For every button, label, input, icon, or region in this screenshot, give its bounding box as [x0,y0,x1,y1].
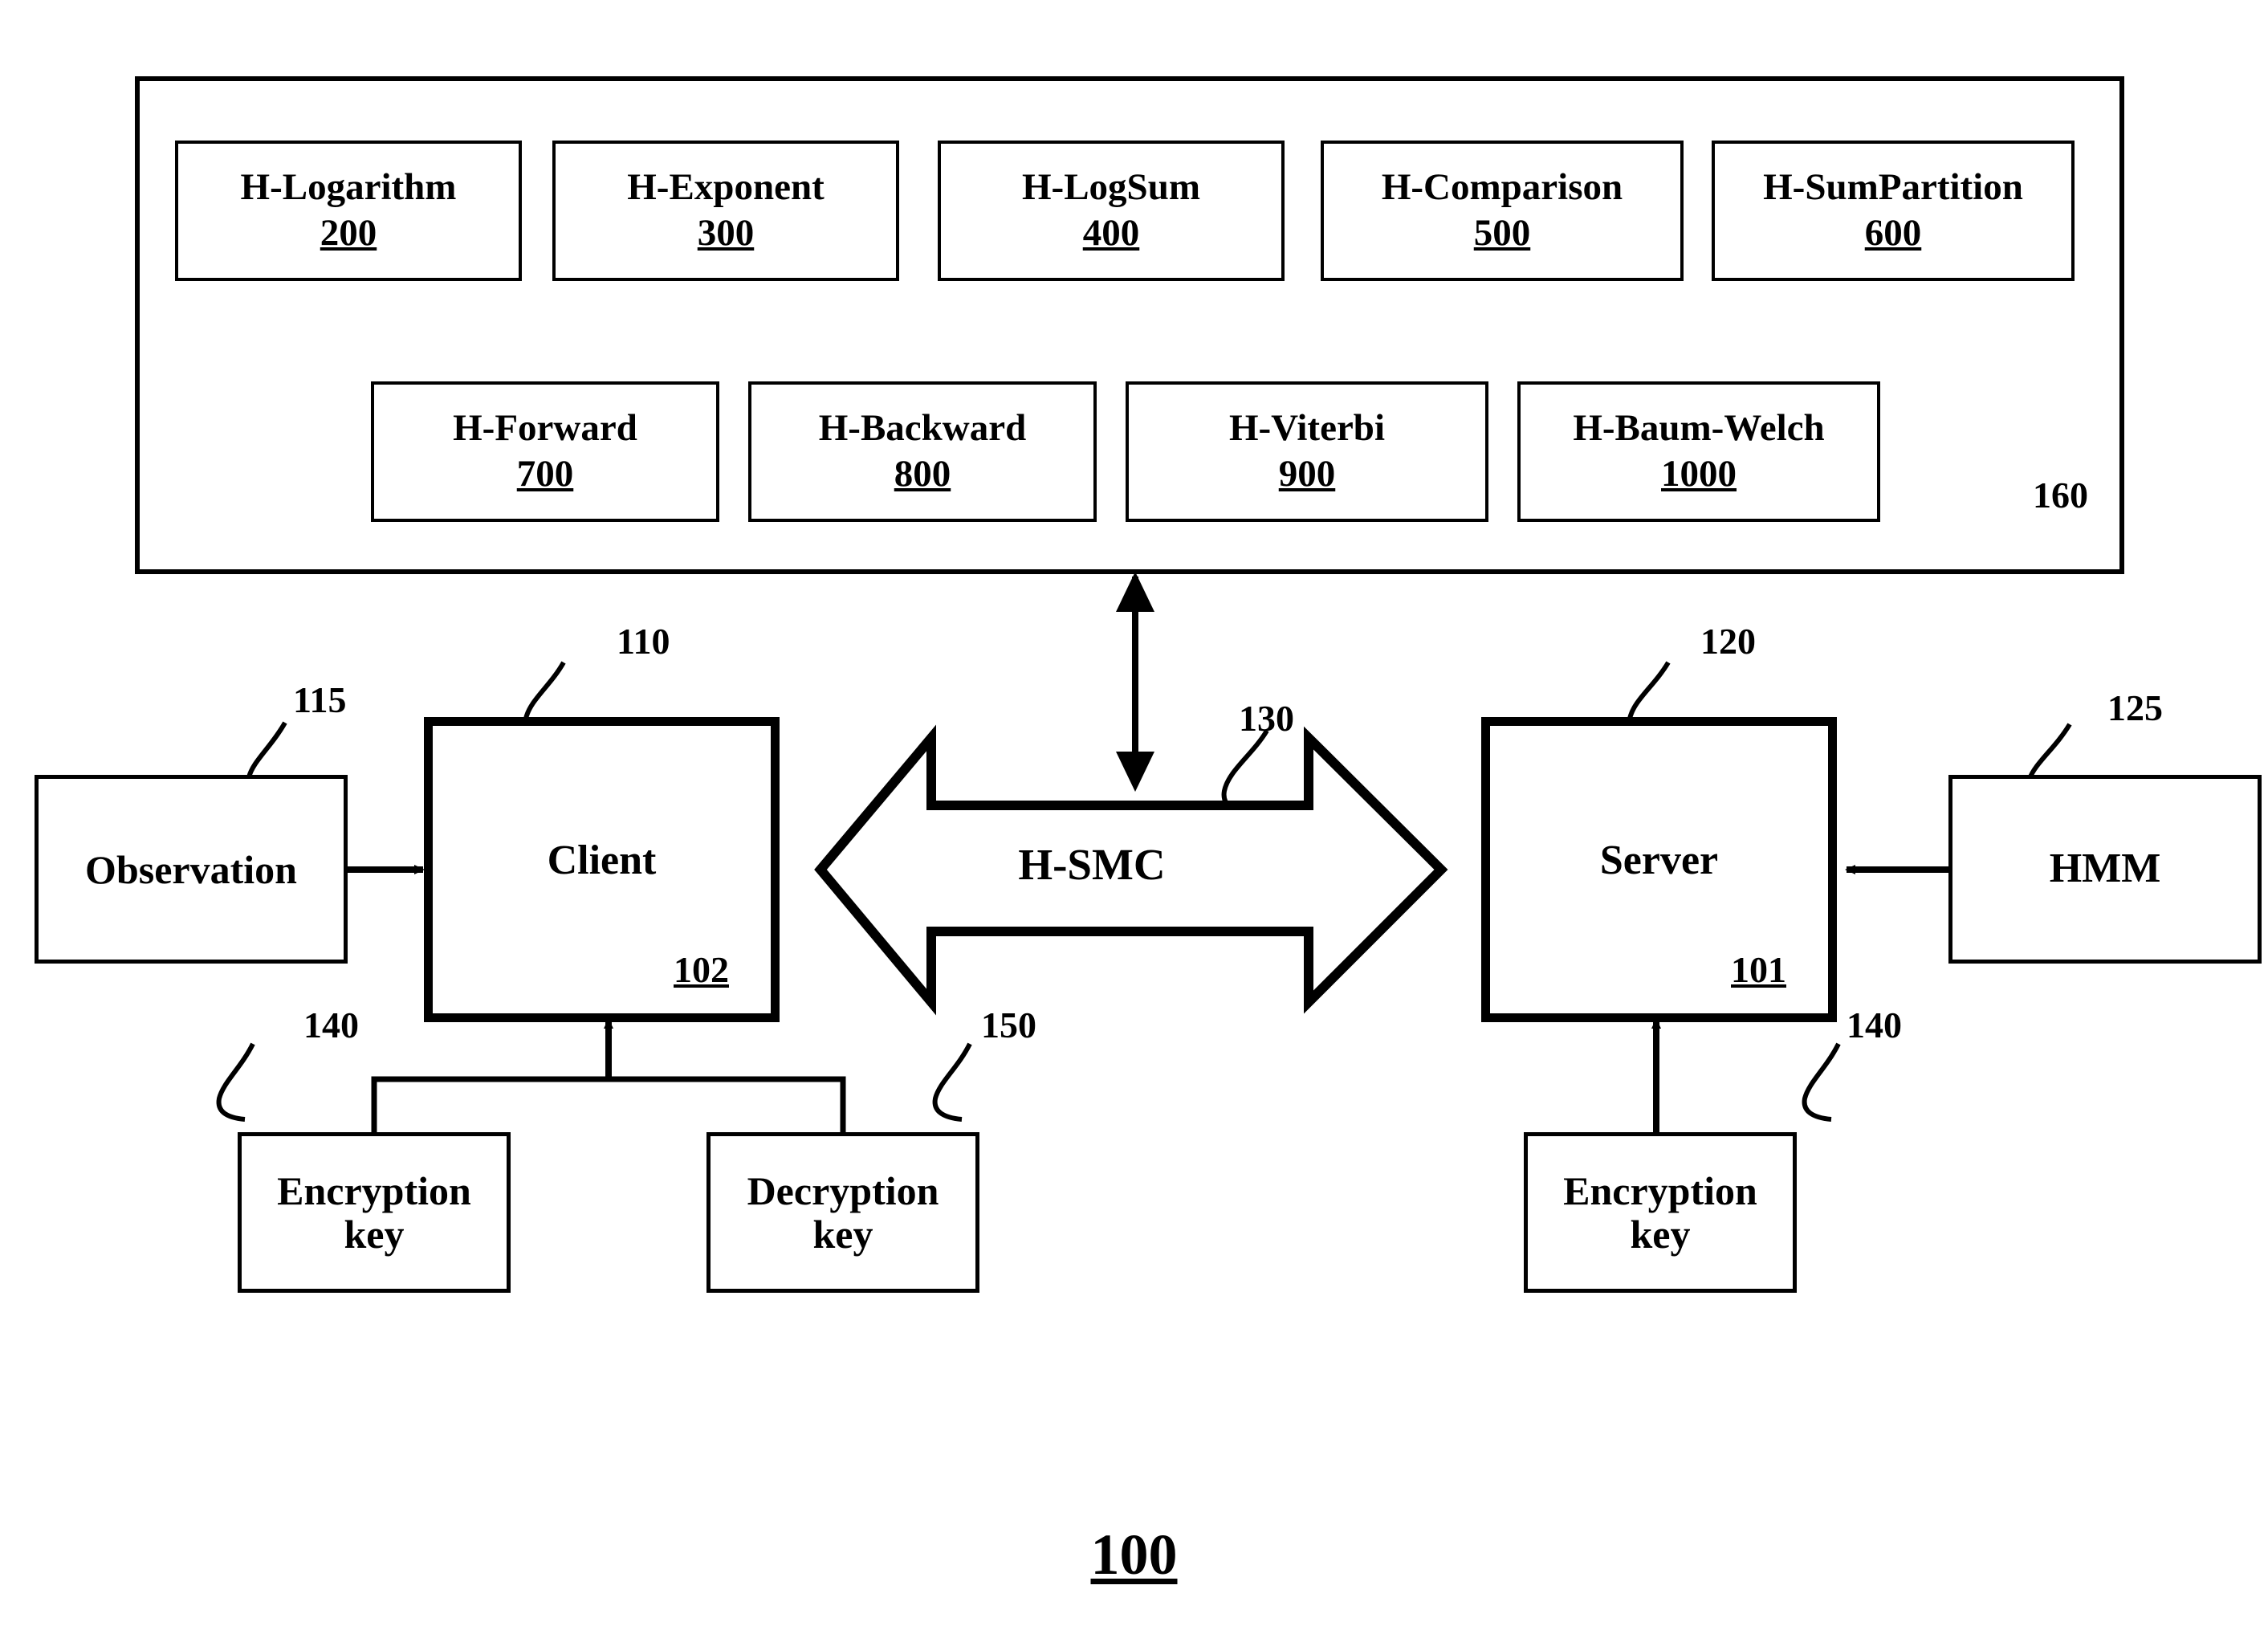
module-h-exponent[interactable]: H-Exponent 300 [552,141,899,281]
ref-label-125: 125 [2107,687,2163,728]
module-title: H-Logarithm [240,166,457,209]
module-h-viterbi[interactable]: H-Viterbi 900 [1126,381,1488,522]
key-label-line2: key [1630,1212,1691,1257]
module-ref: 700 [516,453,574,495]
figure-number: 100 [1090,1522,1178,1587]
key-label-line1: Encryption [277,1168,471,1213]
module-ref: 400 [1082,212,1140,255]
ref-label-140-client: 140 [303,1005,359,1045]
observation-label: Observation [85,846,297,892]
hmm-box[interactable]: HMM [1948,775,2262,964]
client-decryption-key-box[interactable]: Decryption key [706,1132,979,1293]
module-ref: 600 [1864,212,1922,255]
key-label-line2: key [812,1212,873,1257]
module-ref: 800 [894,453,951,495]
client-box[interactable]: Client 102 [424,717,780,1022]
ref-label-160: 160 [2033,475,2088,516]
ref-label-110: 110 [617,621,670,662]
leader-line-140-client [216,1042,255,1122]
module-h-baum-welch[interactable]: H-Baum-Welch 1000 [1517,381,1880,522]
key-label-line2: key [344,1212,405,1257]
module-h-comparison[interactable]: H-Comparison 500 [1321,141,1684,281]
ref-label-150: 150 [981,1005,1036,1045]
module-ref: 300 [697,212,755,255]
module-title: H-Exponent [627,166,825,209]
client-inner-ref: 102 [674,949,729,991]
connector-client-keys-bracket [371,1076,846,1140]
key-label-line1: Encryption [1563,1168,1757,1213]
ref-label-130: 130 [1239,698,1294,739]
module-ref: 1000 [1661,453,1737,495]
key-label-line1: Decryption [747,1168,939,1213]
arrowhead-down-hsmc [1116,752,1154,792]
module-ref: 200 [320,212,377,255]
module-title: H-Backward [818,407,1027,450]
module-h-logarithm[interactable]: H-Logarithm 200 [175,141,522,281]
module-title: H-LogSum [1022,166,1200,209]
ref-label-115: 115 [293,679,347,720]
leader-line-140-server [1802,1042,1841,1122]
module-title: H-SumPartition [1763,166,2023,209]
ref-label-140-server: 140 [1847,1005,1902,1045]
module-title: H-Viterbi [1228,407,1386,450]
module-title: H-Comparison [1381,166,1623,209]
client-label: Client [547,837,657,883]
ref-label-120: 120 [1700,621,1756,662]
hmm-label: HMM [2049,846,2161,892]
leader-line-130 [1221,729,1269,815]
module-ref: 500 [1473,212,1531,255]
observation-box[interactable]: Observation [35,775,348,964]
client-encryption-key-box[interactable]: Encryption key [238,1132,511,1293]
module-h-backward[interactable]: H-Backward 800 [748,381,1097,522]
module-h-sumpartition[interactable]: H-SumPartition 600 [1712,141,2075,281]
module-h-forward[interactable]: H-Forward 700 [371,381,719,522]
leader-line-150 [932,1042,972,1122]
module-ref: 900 [1278,453,1336,495]
module-title: H-Baum-Welch [1573,407,1825,450]
server-encryption-key-box[interactable]: Encryption key [1524,1132,1797,1293]
server-label: Server [1599,837,1719,883]
arrowhead-up-framework [1116,572,1154,612]
module-h-logsum[interactable]: H-LogSum 400 [938,141,1285,281]
server-box[interactable]: Server 101 [1481,717,1837,1022]
module-title: H-Forward [453,407,637,450]
server-inner-ref: 101 [1731,949,1786,991]
hsmc-label: H-SMC [1018,840,1166,889]
